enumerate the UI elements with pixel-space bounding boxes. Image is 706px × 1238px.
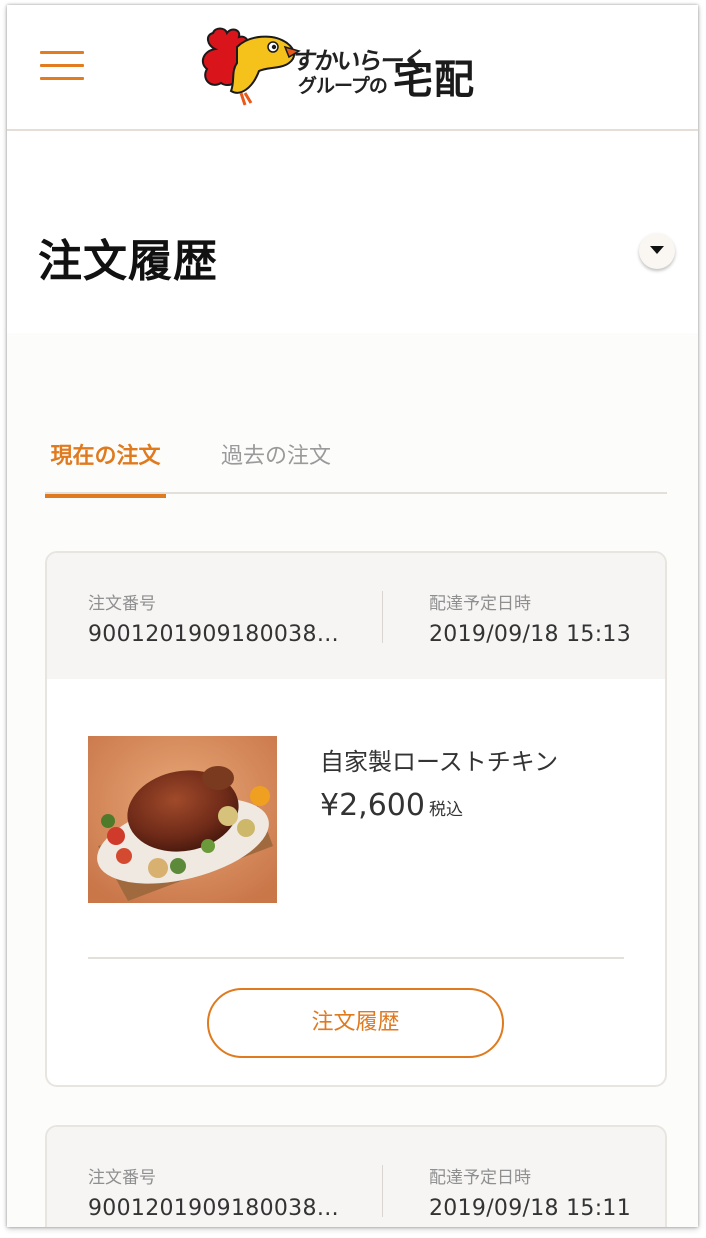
rooster-mascot-logo	[201, 27, 301, 106]
order-number: 注文番号 9001201909180038…	[88, 589, 339, 647]
delivery-datetime-label: 配達予定日時	[429, 594, 531, 614]
hamburger-menu-icon[interactable]	[40, 51, 86, 83]
order-number-value: 9001201909180038…	[88, 1196, 340, 1221]
product-price: ¥2,600 税込	[320, 788, 463, 823]
product-name: 自家製ローストチキン	[320, 748, 559, 776]
app-frame: すかいらーく グループの 宅配 注文履歴 現在の注文 過去の注文 注文番号 90…	[7, 5, 698, 1227]
order-number: 注文番号 9001201909180038…	[88, 1163, 339, 1221]
delivery-datetime: 配達予定日時 2019/09/18 15:11	[429, 1163, 631, 1221]
delivery-datetime: 配達予定日時 2019/09/18 15:13	[429, 589, 631, 647]
header-divider	[382, 1165, 383, 1217]
order-number-label: 注文番号	[88, 1168, 156, 1188]
logo-text-line2: グループの	[298, 75, 388, 97]
price-value: ¥2,600	[320, 788, 425, 823]
delivery-datetime-value: 2019/09/18 15:11	[429, 1196, 631, 1221]
delivery-datetime-value: 2019/09/18 15:13	[429, 622, 631, 647]
brand-logo[interactable]: すかいらーく グループの 宅配	[201, 27, 501, 109]
tab-current-orders[interactable]: 現在の注文	[45, 438, 166, 498]
page-title: 注文履歴	[38, 236, 218, 287]
order-card-header: 注文番号 9001201909180038… 配達予定日時 2019/09/18…	[47, 553, 665, 679]
order-card-header: 注文番号 9001201909180038… 配達予定日時 2019/09/18…	[47, 1127, 665, 1227]
main-content: 現在の注文 過去の注文 注文番号 9001201909180038… 配達予定日…	[7, 333, 698, 1227]
order-history-button[interactable]: 注文履歴	[207, 988, 504, 1058]
order-number-label: 注文番号	[88, 594, 156, 614]
card-separator	[88, 957, 624, 959]
logo-text-main: 宅配	[393, 57, 475, 103]
order-card: 注文番号 9001201909180038… 配達予定日時 2019/09/18…	[45, 551, 667, 1087]
order-tabs: 現在の注文 過去の注文	[45, 428, 667, 498]
title-area: 注文履歴	[7, 133, 698, 333]
tax-label: 税込	[428, 800, 463, 820]
app-header: すかいらーく グループの 宅配	[7, 5, 698, 131]
product-image	[88, 736, 277, 903]
order-card: 注文番号 9001201909180038… 配達予定日時 2019/09/18…	[45, 1125, 667, 1227]
order-number-value: 9001201909180038…	[88, 622, 340, 647]
header-divider	[382, 591, 383, 643]
delivery-datetime-label: 配達予定日時	[429, 1168, 531, 1188]
caret-down-icon[interactable]	[639, 233, 675, 269]
tab-past-orders[interactable]: 過去の注文	[221, 438, 331, 470]
